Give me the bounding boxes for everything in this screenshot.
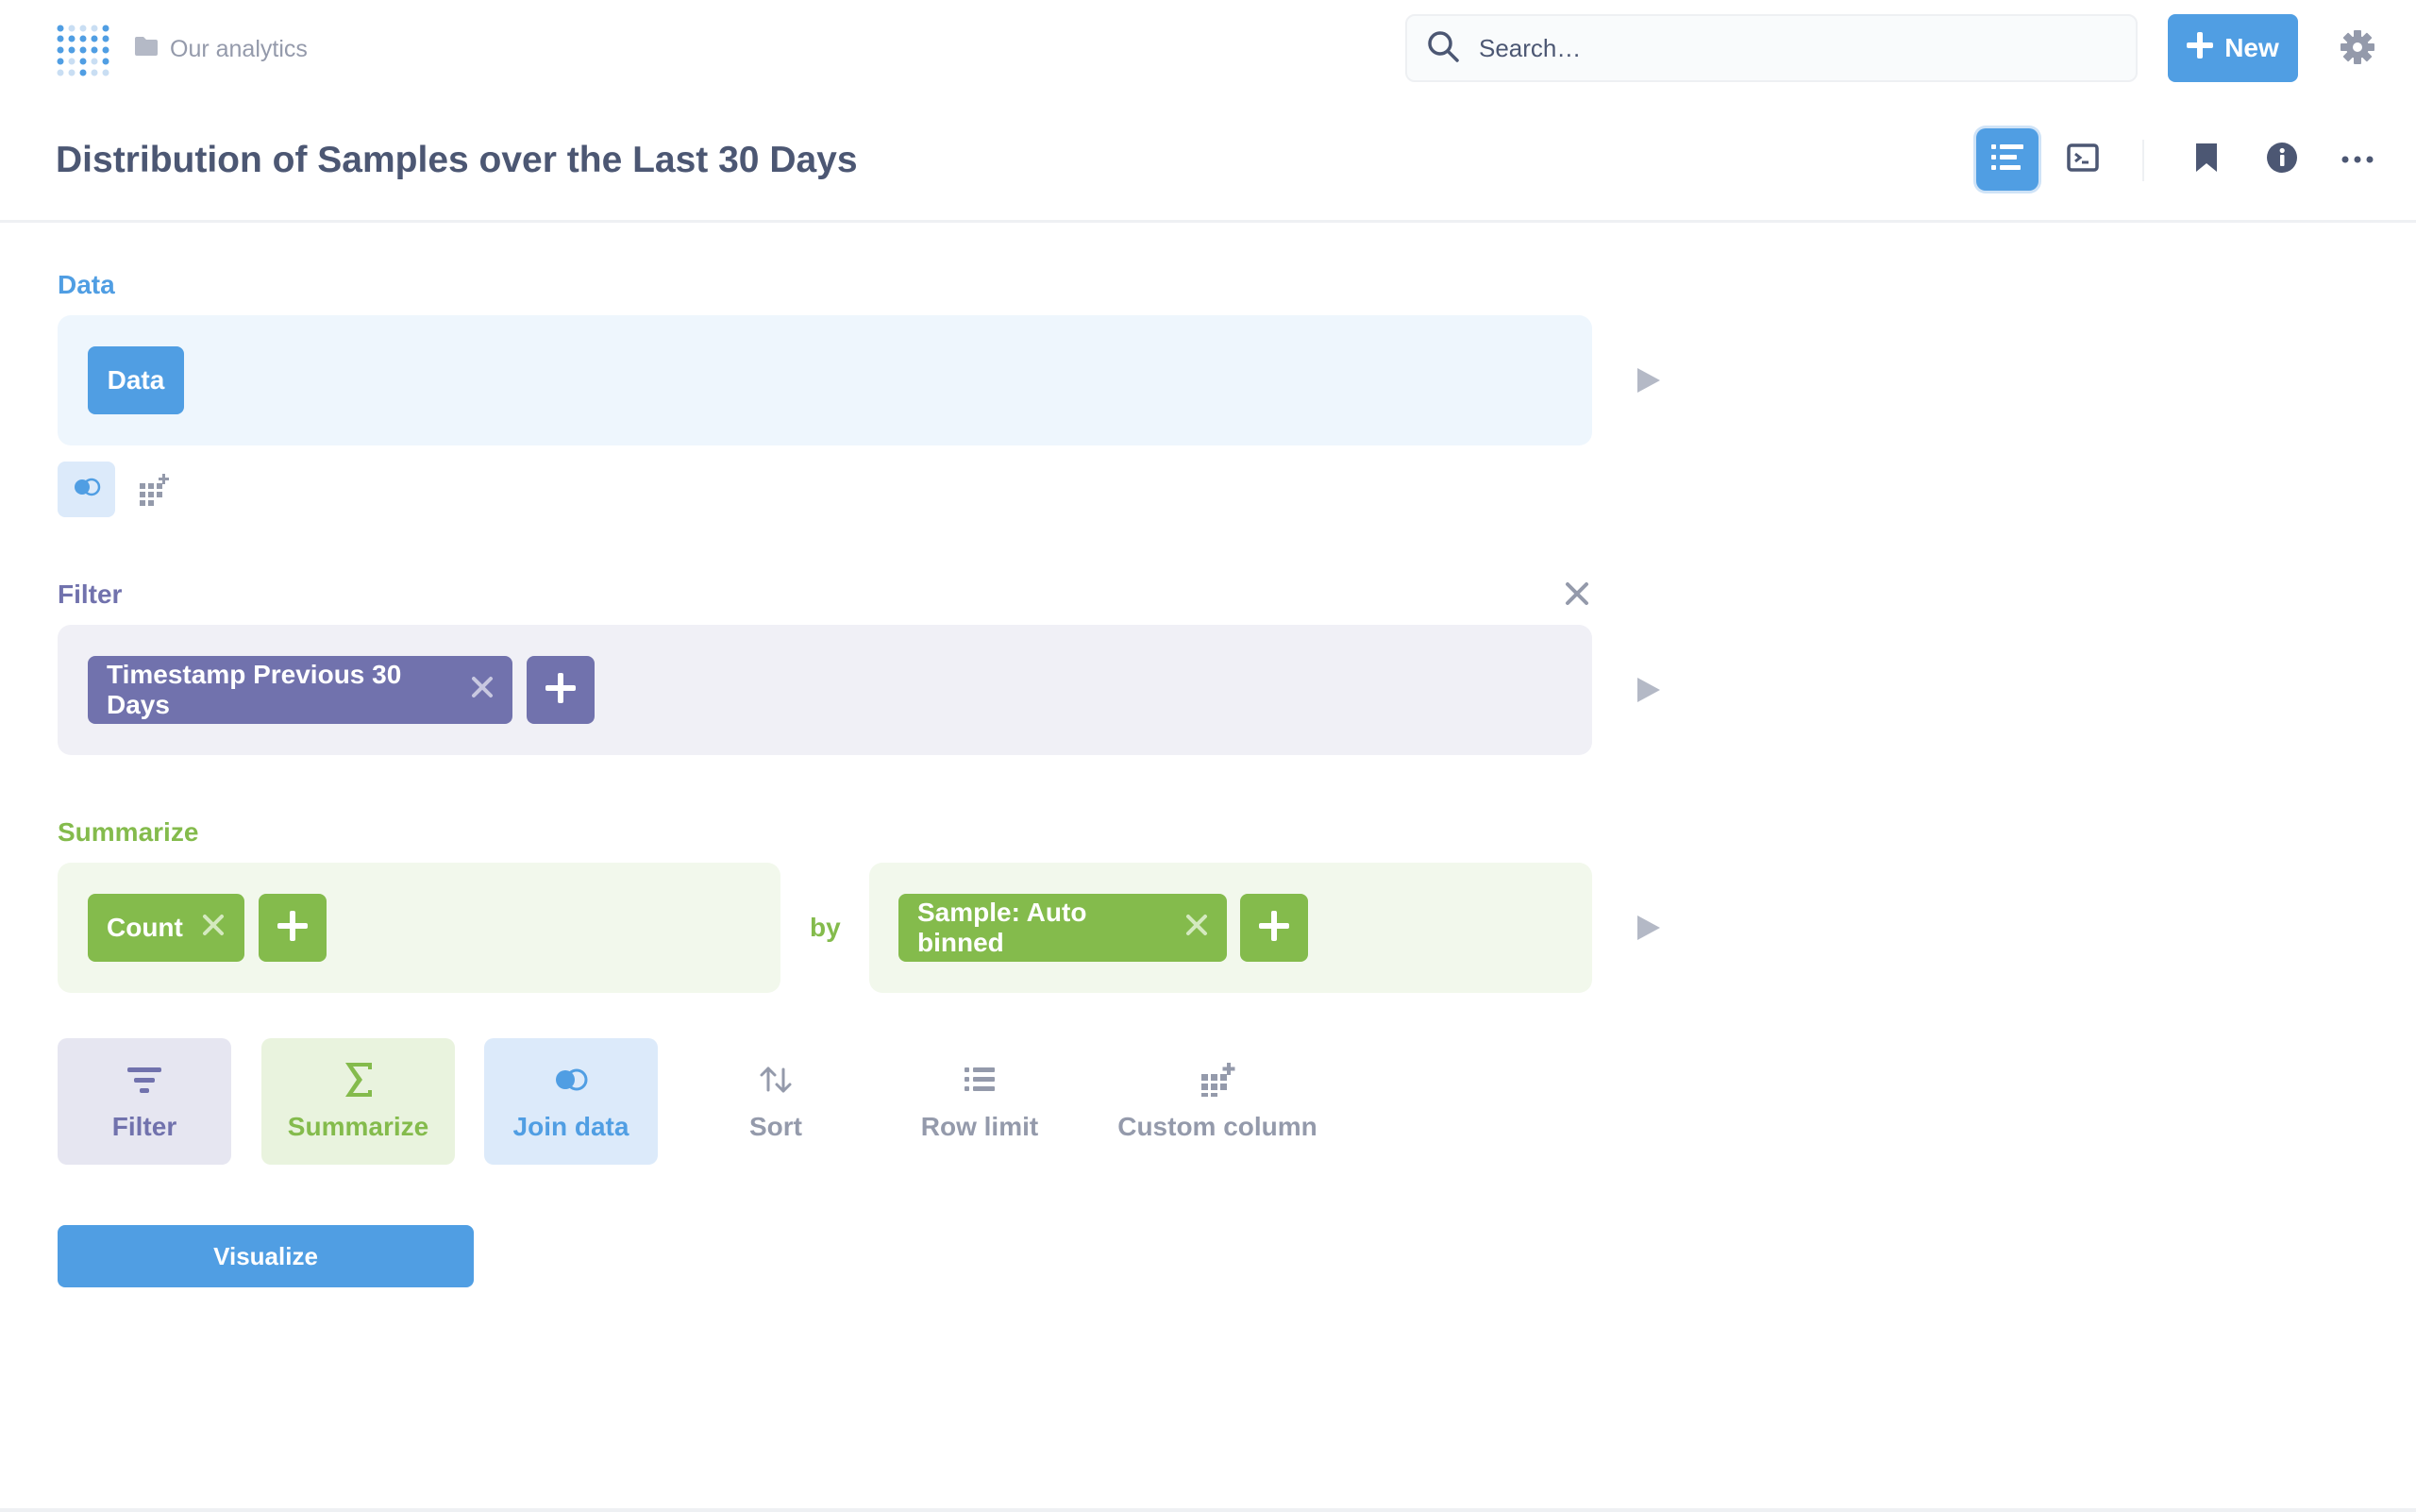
search-placeholder: Search… [1479, 33, 1582, 62]
join-action-button[interactable]: Join data [484, 1038, 658, 1165]
list-icon [961, 1061, 998, 1099]
sql-icon [2067, 143, 2099, 176]
join-icon [552, 1061, 590, 1099]
custom-column-action-label: Custom column [1117, 1112, 1317, 1141]
filter-pill[interactable]: Timestamp Previous 30 Days [88, 656, 512, 724]
filter-pill-label: Timestamp Previous 30 Days [107, 660, 402, 719]
plus-icon [545, 672, 576, 708]
window-bottom-edge [0, 1508, 2416, 1512]
join-data-step-button[interactable] [58, 462, 115, 517]
metric-pill[interactable]: Count [88, 894, 244, 962]
search-icon [1426, 29, 1460, 68]
info-icon [2266, 142, 2298, 178]
new-button[interactable]: New [2168, 14, 2298, 82]
new-button-label: New [2224, 33, 2279, 62]
notebook-icon [1991, 143, 2023, 176]
custom-column-action-button[interactable]: Custom column [1104, 1038, 1331, 1165]
custom-column-icon [1199, 1061, 1236, 1099]
data-source-label: Data [107, 365, 165, 395]
close-icon[interactable] [471, 675, 494, 705]
bookmark-icon [2195, 143, 2218, 177]
breadcrumb-collection[interactable]: Our analytics [170, 36, 308, 63]
play-icon[interactable] [1634, 676, 1662, 704]
notebook-editor-button[interactable] [1976, 128, 2038, 191]
close-icon[interactable] [1563, 580, 1591, 608]
data-step-box [58, 315, 1592, 445]
sort-action-button[interactable]: Sort [689, 1038, 863, 1165]
add-metric-button[interactable] [259, 894, 327, 962]
filter-icon [126, 1061, 163, 1099]
breakout-pill-label: Sample: Auto binned [917, 898, 1087, 957]
row-limit-action-button[interactable]: Row limit [887, 1038, 1072, 1165]
data-source-pill[interactable]: Data [88, 346, 184, 414]
data-step-label: Data [58, 270, 115, 299]
plus-icon [277, 910, 308, 946]
join-icon [73, 478, 101, 501]
filter-action-label: Filter [111, 1112, 177, 1141]
sort-icon [757, 1061, 795, 1099]
join-action-label: Join data [512, 1112, 629, 1141]
metabase-logo-icon[interactable] [55, 23, 111, 77]
breadcrumb[interactable]: Our analytics [134, 34, 308, 64]
page-title[interactable]: Distribution of Samples over the Last 30… [56, 140, 858, 181]
close-icon[interactable] [202, 913, 225, 943]
visualize-button[interactable]: Visualize [58, 1225, 474, 1287]
header-divider-line [0, 220, 2416, 223]
more-button[interactable] [2326, 128, 2389, 191]
plus-icon [2187, 31, 2214, 65]
filter-step-label: Filter [58, 580, 123, 609]
by-label: by [810, 913, 841, 942]
header-divider [2142, 140, 2144, 181]
search-input[interactable]: Search… [1405, 14, 2138, 82]
summarize-step-label: Summarize [58, 817, 199, 847]
info-button[interactable] [2251, 128, 2313, 191]
sort-action-label: Sort [749, 1112, 802, 1141]
breakout-pill[interactable]: Sample: Auto binned [898, 894, 1227, 962]
play-icon[interactable] [1634, 914, 1662, 942]
filter-action-button[interactable]: Filter [58, 1038, 231, 1165]
close-icon[interactable] [1185, 913, 1208, 943]
folder-icon [134, 36, 159, 63]
gear-icon[interactable] [2339, 28, 2376, 66]
row-limit-action-label: Row limit [920, 1112, 1039, 1141]
plus-icon [1259, 910, 1289, 946]
summarize-action-button[interactable]: Summarize [261, 1038, 455, 1165]
play-icon[interactable] [1634, 366, 1662, 395]
custom-column-icon[interactable] [138, 474, 170, 506]
metric-pill-label: Count [107, 913, 183, 942]
sigma-icon [340, 1061, 378, 1099]
bookmark-button[interactable] [2175, 128, 2238, 191]
more-icon [2341, 151, 2374, 168]
sql-editor-button[interactable] [2052, 128, 2114, 191]
summarize-action-label: Summarize [287, 1112, 429, 1141]
add-filter-button[interactable] [527, 656, 595, 724]
add-breakout-button[interactable] [1240, 894, 1308, 962]
